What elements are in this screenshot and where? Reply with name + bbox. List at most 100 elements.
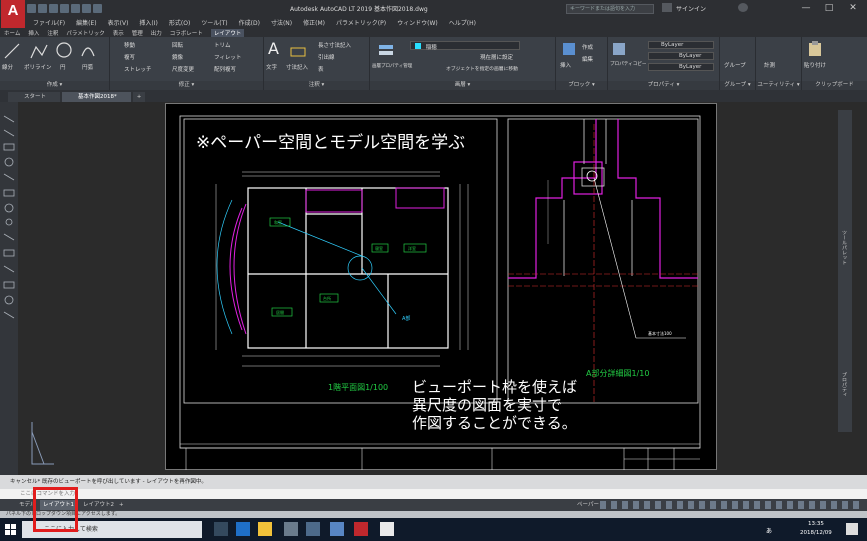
utilities-panel-title[interactable]: ユーティリティ ▾ (756, 81, 801, 90)
layer-dropdown[interactable]: 稲穂 (410, 41, 520, 51)
undo-icon[interactable] (82, 4, 91, 13)
paste-icon[interactable] (808, 41, 822, 57)
measure-label[interactable]: 計測 (764, 61, 775, 69)
app-menu-button[interactable]: A (1, 0, 25, 28)
array-tool[interactable]: 配列複写 (214, 65, 236, 73)
polyline-icon[interactable] (30, 43, 48, 59)
menu-window[interactable]: ウィンドウ(W) (397, 18, 438, 27)
arc-icon[interactable] (80, 42, 96, 58)
match-properties-icon[interactable] (612, 42, 626, 56)
annotation-panel-title[interactable]: 注釈 ▾ (264, 81, 369, 90)
text-icon[interactable]: A (268, 39, 279, 58)
app-icon[interactable] (330, 522, 344, 536)
tab-collaborate[interactable]: コラボレート (170, 29, 203, 37)
rotate-tool[interactable]: 回転 (172, 41, 183, 49)
scale-tool[interactable]: 尺度変更 (172, 65, 194, 73)
color-dropdown[interactable]: ByLayer (648, 41, 714, 49)
save-as-icon[interactable] (60, 4, 69, 13)
circle-icon[interactable] (56, 42, 72, 58)
tab-annotate[interactable]: 注釈 (47, 29, 58, 37)
drawing-tools-icon[interactable] (0, 110, 18, 410)
minimize-button[interactable]: — (795, 2, 817, 14)
mirror-tool[interactable]: 鏡像 (172, 53, 183, 61)
move-tool[interactable]: 移動 (124, 41, 135, 49)
trim-tool[interactable]: トリム (214, 41, 231, 49)
layer-properties-icon[interactable] (378, 42, 394, 58)
tool-palette-tab[interactable]: ツールパレット (841, 230, 848, 265)
tab-layout[interactable]: レイアウト (210, 28, 245, 37)
explorer-icon[interactable] (258, 522, 272, 536)
create-panel-title[interactable]: 作成 ▾ (0, 81, 109, 90)
copy-tool[interactable]: 複写 (124, 53, 135, 61)
menu-view[interactable]: 表示(V) (108, 18, 129, 27)
line-icon[interactable] (4, 43, 20, 59)
new-file-icon[interactable] (27, 4, 36, 13)
menu-parametric[interactable]: パラメトリック(P) (336, 18, 386, 27)
move-to-layer-button[interactable]: オブジェクトを指定の画層に移動 (446, 65, 518, 72)
mail-icon[interactable] (284, 522, 298, 536)
open-file-icon[interactable] (38, 4, 47, 13)
group-label[interactable]: グループ (724, 61, 746, 69)
tab-parametric[interactable]: パラメトリック (66, 29, 104, 37)
block-panel-title[interactable]: ブロック ▾ (556, 81, 607, 90)
tab-output[interactable]: 出力 (151, 29, 162, 37)
menu-tools[interactable]: ツール(T) (201, 18, 227, 27)
stretch-tool[interactable]: ストレッチ (124, 65, 152, 73)
dimension-icon[interactable] (290, 45, 306, 59)
windows-start-icon[interactable] (5, 524, 16, 535)
right-palette-strip[interactable]: ツールパレット プロパティ (838, 110, 852, 432)
layers-panel-title[interactable]: 画層 ▾ (370, 81, 555, 90)
tab-home[interactable]: ホーム (4, 29, 20, 37)
linear-dim-tool[interactable]: 長さ寸法記入 (318, 41, 351, 49)
leader-tool[interactable]: 引出線 (318, 53, 335, 61)
menu-help[interactable]: ヘルプ(H) (449, 18, 476, 27)
modify-panel-title[interactable]: 修正 ▾ (110, 81, 263, 90)
clock-time[interactable]: 13:35 (808, 521, 824, 527)
tab-insert[interactable]: 挿入 (28, 29, 39, 37)
edge-icon[interactable] (236, 522, 250, 536)
store-icon[interactable] (306, 522, 320, 536)
redo-icon[interactable] (93, 4, 102, 13)
close-button[interactable]: ✕ (842, 2, 864, 14)
create-block-tool[interactable]: 作成 (582, 43, 593, 51)
clock-date[interactable]: 2018/12/09 (800, 530, 832, 536)
new-tab-button[interactable]: + (132, 92, 146, 102)
help-icon[interactable] (738, 3, 748, 12)
menu-draw[interactable]: 作成(D) (239, 18, 260, 27)
notepad-icon[interactable] (380, 522, 394, 536)
menu-file[interactable]: ファイル(F) (33, 18, 65, 27)
properties-palette-tab[interactable]: プロパティ (841, 372, 848, 397)
linetype-dropdown[interactable]: ByLayer (648, 52, 714, 60)
paper-space-toggle[interactable]: ペーパー (574, 500, 602, 510)
add-layout-button[interactable]: + (116, 500, 127, 510)
signin-link[interactable]: サインイン (676, 4, 706, 13)
menu-format[interactable]: 形式(O) (169, 18, 190, 27)
properties-panel-title[interactable]: プロパティ ▾ (608, 81, 719, 90)
binoculars-icon[interactable] (662, 3, 672, 12)
menu-insert[interactable]: 挿入(I) (139, 18, 157, 27)
paper-layout[interactable]: ※ペーパー空間とモデル空間を学ぶ 和室 洋室 台所 居間 寝室 A部 1階平面図… (165, 103, 717, 470)
clipboard-panel-title[interactable]: クリップボード (802, 81, 867, 90)
menu-edit[interactable]: 編集(E) (76, 18, 96, 27)
status-toggle-icons[interactable] (600, 501, 860, 509)
make-current-button[interactable]: 現在層に設定 (480, 53, 513, 61)
menu-modify[interactable]: 修正(M) (303, 18, 325, 27)
notification-icon[interactable] (846, 523, 858, 535)
save-icon[interactable] (49, 4, 58, 13)
tab-manage[interactable]: 管理 (132, 29, 143, 37)
maximize-button[interactable]: □ (818, 2, 840, 14)
search-input[interactable]: キーワードまたは語句を入力 (566, 4, 654, 14)
tab-drawing[interactable]: 基本作図2018* (62, 92, 131, 102)
command-input[interactable]: ここにコマンドを入力 (0, 489, 867, 499)
insert-block-icon[interactable] (562, 42, 576, 56)
task-view-icon[interactable] (214, 522, 228, 536)
group-panel-title[interactable]: グループ ▾ (720, 81, 755, 90)
print-icon[interactable] (71, 4, 80, 13)
edit-block-tool[interactable]: 編集 (582, 55, 593, 63)
tab-layout2[interactable]: レイアウト2 (80, 500, 117, 510)
tab-view[interactable]: 表示 (113, 29, 124, 37)
ime-indicator[interactable]: あ (766, 526, 772, 535)
tab-start[interactable]: スタート (8, 92, 61, 102)
fillet-tool[interactable]: フィレット (214, 53, 241, 61)
autocad-taskbar-icon[interactable] (354, 522, 368, 536)
